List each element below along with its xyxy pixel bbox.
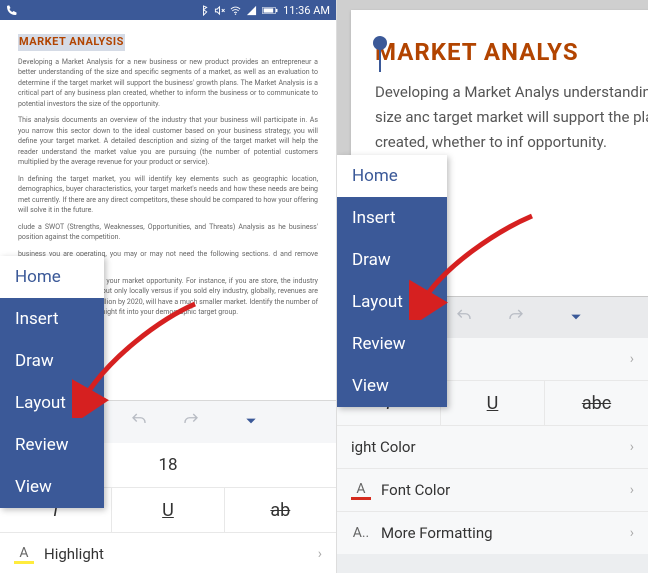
chevron-right-icon: › bbox=[630, 351, 634, 367]
right-screenshot: MARKET ANALYS Developing a Market Analys… bbox=[337, 0, 648, 573]
chevron-right-icon: › bbox=[630, 482, 634, 498]
phone-icon bbox=[6, 4, 18, 16]
highlight-label-partial: ight Color bbox=[351, 438, 416, 456]
strike-button[interactable]: abc bbox=[545, 381, 648, 425]
clock-text: 11:36 AM bbox=[283, 4, 330, 17]
tab-review[interactable]: Review bbox=[337, 323, 447, 365]
redo-icon[interactable] bbox=[507, 307, 525, 329]
doc-title: MARKET ANALYSIS bbox=[18, 34, 125, 51]
tab-layout[interactable]: Layout bbox=[337, 281, 447, 323]
font-color-label: Font Color bbox=[381, 481, 450, 499]
strike-button[interactable]: ab bbox=[225, 488, 336, 532]
doc-title: MARKET ANALYS bbox=[375, 38, 648, 66]
status-bar: 11:36 AM bbox=[0, 0, 336, 20]
undo-icon[interactable] bbox=[130, 411, 148, 433]
doc-para: Developing a Market Analys understanding… bbox=[375, 80, 648, 154]
doc-para: This analysis documents an overview of t… bbox=[18, 115, 318, 168]
tab-home[interactable]: Home bbox=[337, 155, 447, 197]
bluetooth-icon bbox=[198, 5, 209, 16]
text-cursor bbox=[379, 48, 381, 72]
highlight-icon: A bbox=[14, 545, 34, 564]
tab-review[interactable]: Review bbox=[0, 424, 104, 466]
highlight-row[interactable]: ight Color › bbox=[337, 426, 648, 469]
underline-button[interactable]: U bbox=[441, 381, 545, 425]
chevron-right-icon: › bbox=[630, 525, 634, 541]
tab-draw[interactable]: Draw bbox=[0, 340, 104, 382]
battery-icon bbox=[262, 5, 278, 16]
left-screenshot: 11:36 AM MARKET ANALYSIS Developing a Ma… bbox=[0, 0, 337, 573]
more-formatting-label: More Formatting bbox=[381, 524, 493, 542]
tab-draw[interactable]: Draw bbox=[337, 239, 447, 281]
chevron-right-icon: › bbox=[630, 439, 634, 455]
underline-button[interactable]: U bbox=[112, 488, 224, 532]
tab-switcher-menu: Home Insert Draw Layout Review View bbox=[337, 155, 447, 407]
highlight-label: Highlight bbox=[44, 545, 104, 563]
undo-icon[interactable] bbox=[455, 307, 473, 329]
doc-para: clude a SWOT (Strengths, Weaknesses, Opp… bbox=[18, 222, 318, 243]
font-color-row[interactable]: A Font Color › bbox=[337, 469, 648, 512]
signal-icon bbox=[246, 5, 257, 16]
ribbon-caret-icon[interactable] bbox=[244, 413, 258, 432]
tab-home[interactable]: Home bbox=[0, 256, 104, 298]
doc-para: Developing a Market Analysis for a new b… bbox=[18, 57, 318, 110]
tab-insert[interactable]: Insert bbox=[0, 298, 104, 340]
chevron-right-icon: › bbox=[318, 546, 322, 562]
tab-layout[interactable]: Layout bbox=[0, 382, 104, 424]
tab-view[interactable]: View bbox=[0, 466, 104, 508]
tab-switcher-menu: Home Insert Draw Layout Review View bbox=[0, 256, 104, 508]
tab-view[interactable]: View bbox=[337, 365, 447, 407]
redo-icon[interactable] bbox=[182, 411, 200, 433]
tab-insert[interactable]: Insert bbox=[337, 197, 447, 239]
more-formatting-icon: A.. bbox=[351, 525, 371, 541]
wifi-icon bbox=[230, 5, 241, 16]
ribbon-caret-icon[interactable] bbox=[569, 309, 583, 328]
more-formatting-row[interactable]: A.. More Formatting › bbox=[337, 512, 648, 554]
mute-icon bbox=[214, 5, 225, 16]
doc-para: In defining the target market, you will … bbox=[18, 174, 318, 216]
highlight-row[interactable]: A Highlight › bbox=[0, 533, 336, 573]
font-color-icon: A bbox=[351, 481, 371, 500]
